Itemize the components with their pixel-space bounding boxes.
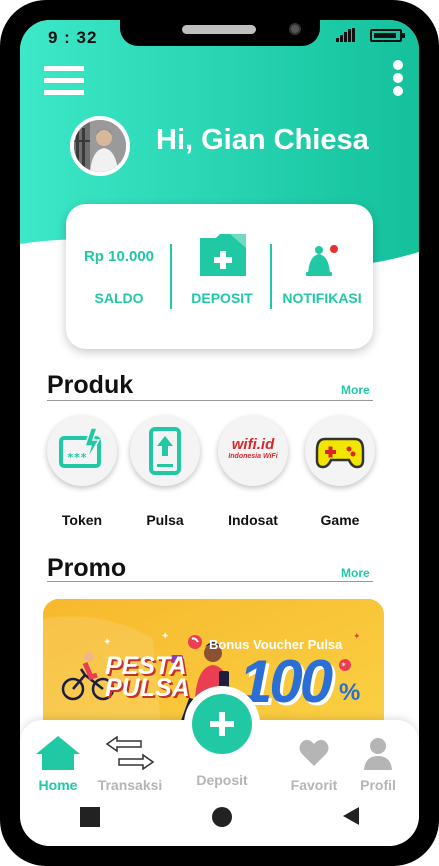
- front-camera: [289, 23, 301, 35]
- bell-icon: [306, 245, 338, 276]
- product-pulsa[interactable]: Pulsa: [129, 416, 201, 528]
- heart-icon: [299, 739, 329, 766]
- product-token[interactable]: *** Token: [46, 416, 118, 528]
- nav-deposit-label: Deposit: [196, 772, 248, 788]
- saldo-section[interactable]: Rp 10.000 SALDO: [68, 204, 170, 349]
- bottom-navigation: Home Transaksi Deposit Favorit Profil: [20, 686, 419, 846]
- product-pulsa-circle: [130, 416, 200, 486]
- product-game-label: Game: [320, 512, 360, 528]
- battery-icon: [370, 29, 405, 42]
- saldo-value: Rp 10.000: [83, 248, 155, 265]
- user-icon: [364, 738, 392, 770]
- nav-favorit-label: Favorit: [290, 777, 338, 793]
- nav-home[interactable]: Home: [30, 736, 86, 793]
- phone-frame: 9 : 32 Hi, Gian Chiesa Rp 10.000 SALDO D…: [0, 0, 439, 866]
- deposit-section[interactable]: DEPOSIT: [171, 204, 273, 349]
- app-screen: 9 : 32 Hi, Gian Chiesa Rp 10.000 SALDO D…: [20, 20, 419, 846]
- product-pulsa-label: Pulsa: [146, 512, 184, 528]
- nav-home-label: Home: [38, 777, 78, 793]
- deposit-fab-ring: [184, 686, 260, 762]
- notifikasi-label: NOTIFIKASI: [282, 290, 362, 306]
- product-indosat-circle: wifi.id Indonesia WiFi: [218, 416, 288, 486]
- nav-deposit[interactable]: Deposit: [184, 770, 260, 788]
- promo-divider: [47, 581, 373, 582]
- back-triangle-icon[interactable]: [343, 807, 359, 825]
- deposit-folder-icon: [200, 234, 246, 276]
- wifi-id-logo-sub: Indonesia WiFi: [228, 453, 278, 460]
- token-card-icon: ***: [59, 427, 101, 468]
- home-circle-icon[interactable]: [212, 807, 232, 827]
- deposit-label: DEPOSIT: [191, 290, 253, 306]
- more-options-icon[interactable]: [393, 60, 405, 96]
- product-token-label: Token: [61, 512, 103, 528]
- svg-text:✦: ✦: [103, 637, 111, 648]
- produk-divider: [47, 400, 373, 401]
- device-notch: [120, 20, 320, 46]
- hamburger-menu-icon[interactable]: [44, 66, 84, 96]
- svg-text:✦: ✦: [161, 631, 169, 642]
- svg-text:✦: ✦: [353, 632, 361, 642]
- product-game[interactable]: Game: [304, 416, 376, 528]
- notifikasi-section[interactable]: NOTIFIKASI: [271, 204, 373, 349]
- product-token-circle: ***: [47, 416, 117, 486]
- avatar[interactable]: [70, 116, 130, 176]
- nav-transaksi[interactable]: Transaksi: [94, 735, 166, 793]
- nav-transaksi-label: Transaksi: [97, 777, 163, 793]
- produk-title: Produk: [47, 371, 134, 399]
- transfer-arrows-icon: [105, 735, 155, 771]
- svg-text:***: ***: [67, 451, 87, 464]
- plus-icon: [210, 712, 234, 736]
- product-indosat-label: Indosat: [228, 512, 278, 528]
- wallet-card: Rp 10.000 SALDO DEPOSIT NOTIFIKASI: [66, 204, 373, 349]
- promo-title: Promo: [47, 554, 127, 582]
- wifi-id-logo: wifi.id Indonesia WiFi: [218, 436, 288, 460]
- speaker-grille: [182, 25, 256, 34]
- product-game-circle: [305, 416, 375, 486]
- deposit-fab-button[interactable]: [192, 694, 252, 754]
- home-icon: [36, 736, 80, 770]
- promo-more-link[interactable]: More: [341, 566, 370, 580]
- status-time: 9 : 32: [48, 28, 98, 47]
- recent-apps-square-icon[interactable]: [80, 807, 100, 827]
- nav-favorit[interactable]: Favorit: [286, 736, 342, 793]
- promo-headline-2: PULSA: [105, 674, 190, 702]
- signal-icon: [336, 28, 355, 42]
- saldo-label: SALDO: [94, 290, 144, 306]
- user-greeting: Hi, Gian Chiesa: [156, 124, 369, 156]
- produk-more-link[interactable]: More: [341, 383, 370, 397]
- promo-percent: %: [339, 679, 361, 706]
- nav-profil[interactable]: Profil: [352, 736, 404, 793]
- gamepad-icon: [315, 437, 365, 469]
- avatar-photo: [74, 120, 126, 172]
- nav-profil-label: Profil: [360, 777, 396, 793]
- product-indosat[interactable]: wifi.id Indonesia WiFi Indosat: [217, 416, 289, 528]
- phone-upload-icon: [149, 427, 181, 475]
- wifi-id-logo-text: wifi.id: [231, 436, 275, 453]
